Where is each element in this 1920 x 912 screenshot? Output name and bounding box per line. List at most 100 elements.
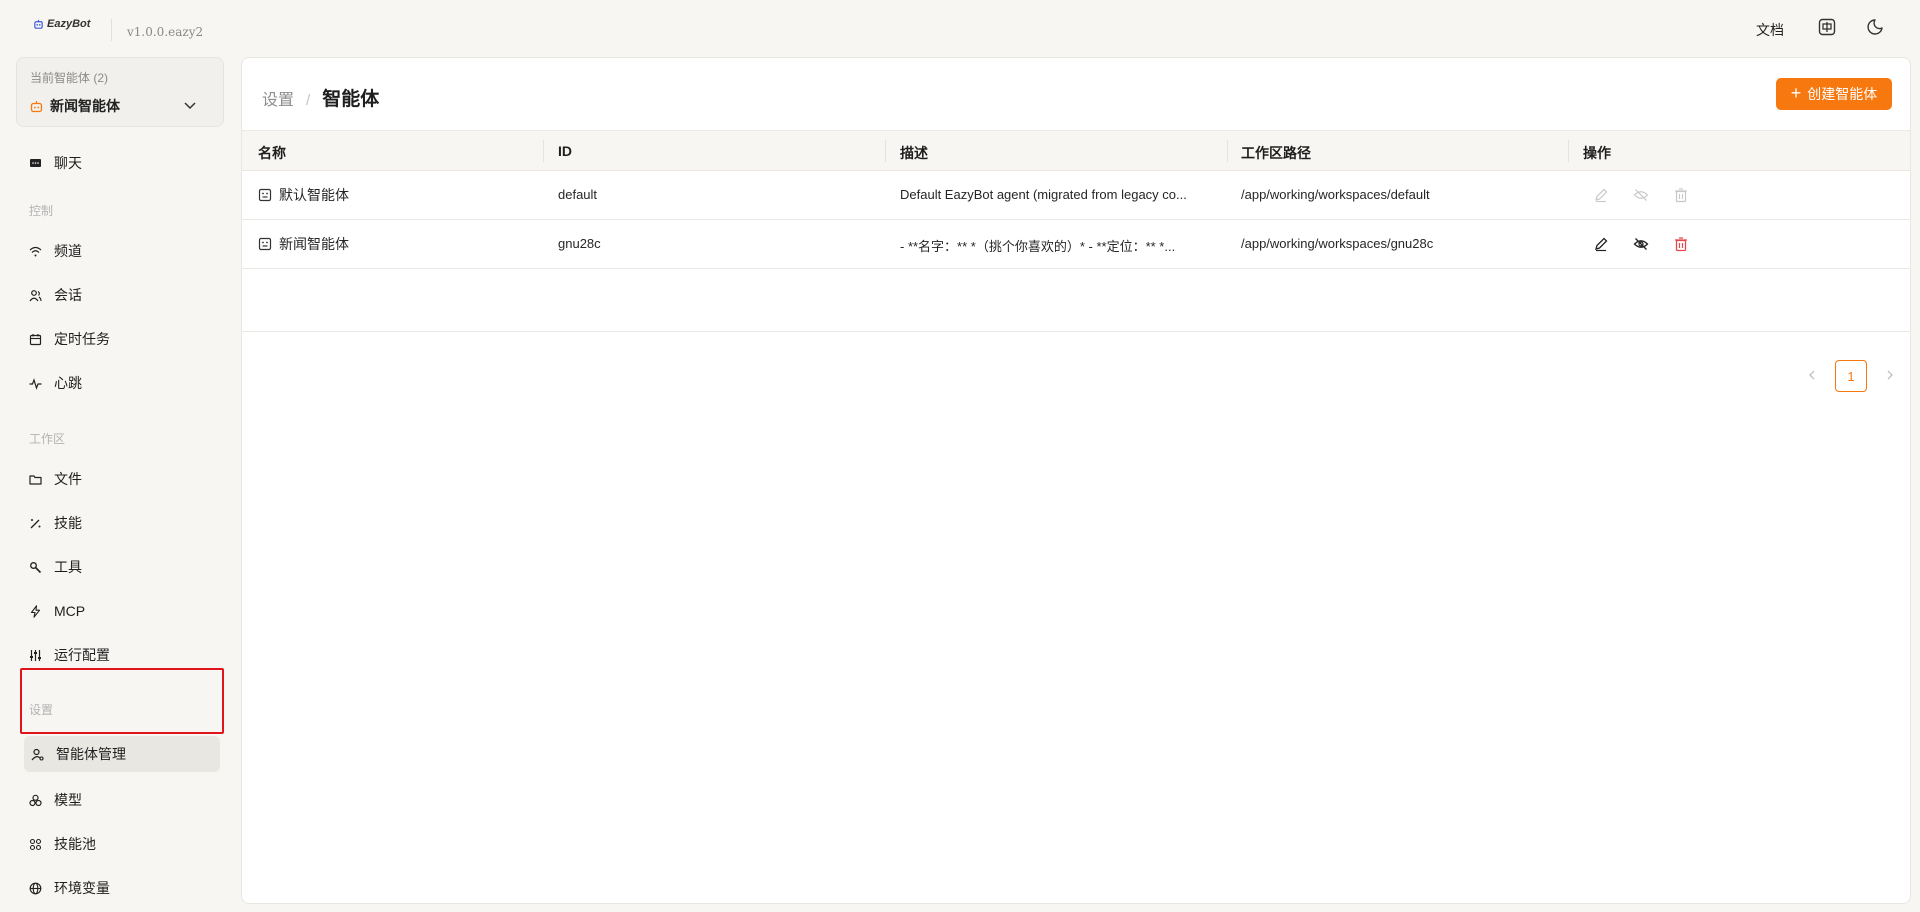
pulse-icon xyxy=(29,377,42,390)
column-header-name: 名称 xyxy=(258,145,286,161)
sidebar-item-env-vars[interactable]: 环境变量 xyxy=(22,870,220,906)
folder-icon xyxy=(29,474,42,485)
globe-icon xyxy=(29,882,42,894)
agent-name-cell: 新闻智能体 xyxy=(258,234,349,254)
group-label-workspace: 工作区 xyxy=(29,432,66,446)
model-icon xyxy=(29,794,42,806)
column-header-workspace: 工作区路径 xyxy=(1241,145,1311,161)
chevron-left-icon[interactable] xyxy=(1806,369,1818,381)
sidebar-item-channels[interactable]: 频道 xyxy=(22,233,220,269)
sidebar-item-tools[interactable]: 工具 xyxy=(22,549,220,585)
column-divider xyxy=(885,140,886,162)
magic-wand-icon xyxy=(30,518,41,528)
table-row[interactable]: 新闻智能体 gnu28c - **名字：** *（挑个你喜欢的）* - **定位… xyxy=(242,220,1910,269)
sidebar-item-skills[interactable]: 技能 xyxy=(22,505,220,541)
eye-off-icon[interactable] xyxy=(1633,187,1649,203)
sidebar-item-label: 工具 xyxy=(54,559,82,575)
edit-icon[interactable] xyxy=(1593,187,1609,203)
sidebar-item-label: 定时任务 xyxy=(54,331,110,347)
group-label-control: 控制 xyxy=(29,204,54,218)
sidebar-item-models[interactable]: 模型 xyxy=(22,782,220,818)
create-agent-label: 创建智能体 xyxy=(1807,86,1878,102)
main-panel: 设置 / 智能体 + 创建智能体 名称 ID 描述 工作区路径 操作 默认智能体… xyxy=(241,57,1911,904)
robot-icon xyxy=(258,237,272,251)
calendar-icon xyxy=(29,333,42,345)
agent-id: gnu28c xyxy=(558,236,601,251)
page-button-current[interactable]: 1 xyxy=(1835,360,1867,392)
agent-id: default xyxy=(558,187,598,202)
column-divider xyxy=(1568,140,1569,162)
sidebar: 当前智能体 (2) 新闻智能体 聊天 控制 频道 会话 定时任务 心跳 工作区 … xyxy=(0,56,240,912)
current-agent-name: 新闻智能体 xyxy=(50,98,120,114)
grid-icon xyxy=(29,838,42,850)
agent-name: 新闻智能体 xyxy=(279,236,349,252)
robot-icon xyxy=(258,188,272,202)
sidebar-item-chat[interactable]: 聊天 xyxy=(22,145,220,181)
trash-icon[interactable] xyxy=(1673,187,1689,203)
column-header-id: ID xyxy=(558,143,572,159)
table-row[interactable]: 默认智能体 default Default EazyBot agent (mig… xyxy=(242,171,1910,220)
create-agent-button[interactable]: + 创建智能体 xyxy=(1776,78,1892,110)
sidebar-item-label: 环境变量 xyxy=(54,880,110,896)
moon-icon[interactable] xyxy=(1866,18,1884,36)
sidebar-item-label: 技能池 xyxy=(54,836,96,852)
sidebar-item-skill-pool[interactable]: 技能池 xyxy=(22,826,220,862)
current-agent[interactable]: 新闻智能体 xyxy=(30,96,120,116)
robot-icon xyxy=(34,19,43,29)
sidebar-item-label: 模型 xyxy=(54,792,82,808)
users-icon xyxy=(29,289,42,301)
sidebar-item-mcp[interactable]: MCP xyxy=(22,593,220,629)
docs-link[interactable]: 文档 xyxy=(1756,20,1784,40)
plus-icon: + xyxy=(1790,83,1802,103)
sidebar-item-runtime-config[interactable]: 运行配置 xyxy=(22,637,220,673)
agent-workspace: /app/working/workspaces/gnu28c xyxy=(1241,236,1434,251)
wifi-icon xyxy=(29,246,42,256)
sidebar-item-files[interactable]: 文件 xyxy=(22,461,220,497)
agent-description: - **名字：** *（挑个你喜欢的）* - **定位：** *... xyxy=(900,239,1176,254)
column-header-description: 描述 xyxy=(900,145,928,161)
column-divider xyxy=(1227,140,1228,162)
agent-name-cell: 默认智能体 xyxy=(258,185,349,205)
version-label: v1.0.0.eazy2 xyxy=(127,25,204,39)
breadcrumb-separator: / xyxy=(306,92,311,109)
pagination: 1 xyxy=(1770,360,1910,392)
logo-text: EazyBot xyxy=(47,18,91,30)
language-icon[interactable] xyxy=(1818,18,1836,36)
column-divider xyxy=(543,140,544,162)
column-header-actions: 操作 xyxy=(1583,145,1611,161)
sidebar-item-sessions[interactable]: 会话 xyxy=(22,277,220,313)
chevron-right-icon[interactable] xyxy=(1884,369,1896,381)
robot-icon xyxy=(30,100,43,112)
table-bottom-divider xyxy=(242,331,1910,332)
top-bar: EazyBot v1.0.0.eazy2 文档 xyxy=(0,0,1920,56)
sidebar-item-label: 智能体管理 xyxy=(56,746,126,762)
wrench-icon xyxy=(30,561,42,573)
edit-icon[interactable] xyxy=(1593,236,1609,252)
app-logo[interactable]: EazyBot xyxy=(33,18,90,30)
agents-table: 名称 ID 描述 工作区路径 操作 默认智能体 default Default … xyxy=(242,130,1910,392)
breadcrumb: 设置 / 智能体 xyxy=(262,84,379,111)
sidebar-item-label: 会话 xyxy=(54,287,82,303)
sidebar-item-label: 心跳 xyxy=(54,375,82,391)
breadcrumb-parent[interactable]: 设置 xyxy=(262,86,294,110)
sidebar-item-cron[interactable]: 定时任务 xyxy=(22,321,220,357)
current-agent-caption: 当前智能体 (2) xyxy=(30,71,109,85)
sidebar-item-label: 聊天 xyxy=(54,155,82,171)
eye-off-icon[interactable] xyxy=(1633,236,1649,252)
sidebar-item-label: 运行配置 xyxy=(54,647,110,663)
topbar-divider xyxy=(111,19,112,41)
sidebar-item-heartbeat[interactable]: 心跳 xyxy=(22,365,220,401)
trash-icon[interactable] xyxy=(1673,236,1689,252)
sidebar-item-label: MCP xyxy=(54,603,86,619)
sidebar-item-label: 文件 xyxy=(54,471,82,487)
group-label-settings: 设置 xyxy=(29,703,54,717)
chevron-down-icon[interactable] xyxy=(183,98,197,112)
agent-description: Default EazyBot agent (migrated from leg… xyxy=(900,187,1187,202)
sliders-icon xyxy=(30,649,41,661)
agent-workspace: /app/working/workspaces/default xyxy=(1241,187,1430,202)
table-header: 名称 ID 描述 工作区路径 操作 xyxy=(242,130,1910,171)
sidebar-item-agent-management[interactable]: 智能体管理 xyxy=(24,736,220,772)
agent-switcher[interactable]: 当前智能体 (2) 新闻智能体 xyxy=(16,57,224,127)
page-title: 智能体 xyxy=(322,89,380,110)
sidebar-item-label: 频道 xyxy=(54,243,82,259)
